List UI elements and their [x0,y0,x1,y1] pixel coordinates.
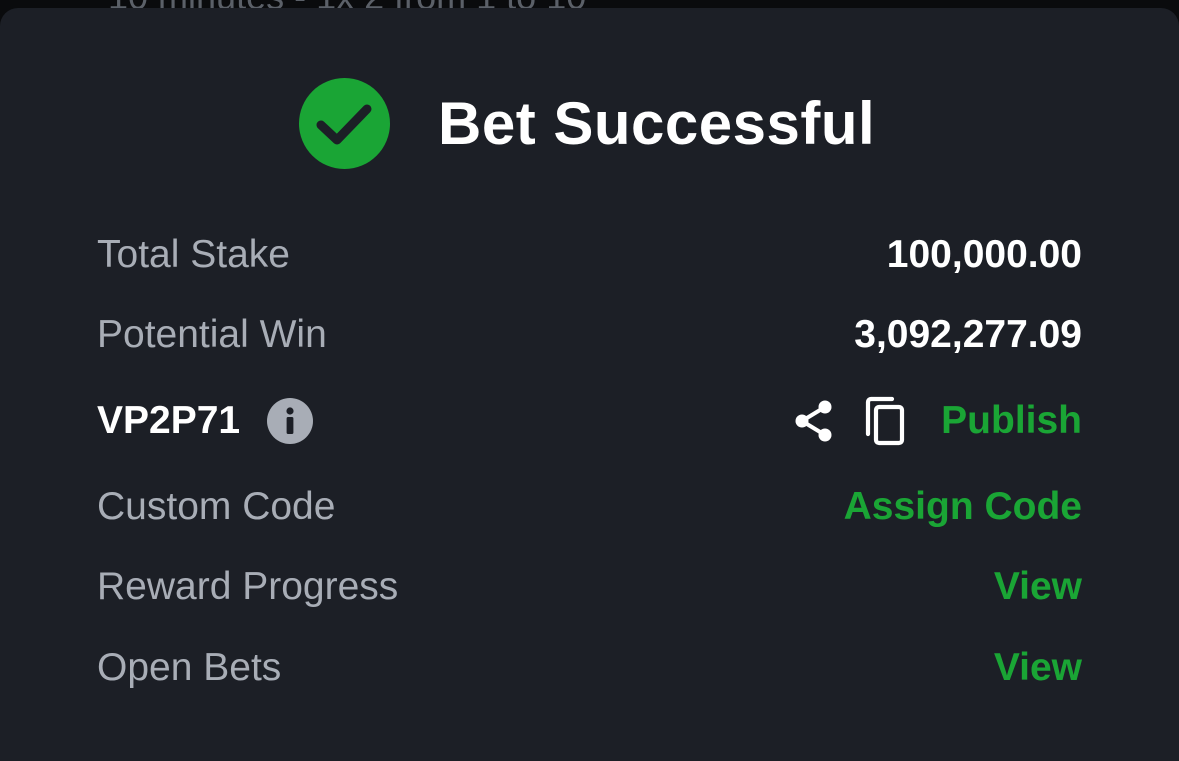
custom-code-label: Custom Code [97,485,336,528]
reward-progress-row: Reward Progress View [97,562,1082,612]
view-reward-progress-button[interactable]: View [994,562,1082,612]
assign-code-button[interactable]: Assign Code [844,482,1082,532]
potential-win-label: Potential Win [97,313,327,356]
view-open-bets-button[interactable]: View [994,643,1082,693]
background-text: 10 minutes - 1x 2 from 1 to 10 [108,0,586,8]
custom-code-row: Custom Code Assign Code [97,482,1082,532]
publish-button[interactable]: Publish [941,396,1082,446]
bet-success-sheet: Bet Successful Total Stake 100,000.00 Po… [0,8,1179,761]
potential-win-row: Potential Win 3,092,277.09 [97,310,1082,360]
open-bets-label: Open Bets [97,646,282,689]
total-stake-label: Total Stake [97,233,290,276]
page-title: Bet Successful [438,90,876,157]
booking-code: VP2P71 [97,399,241,442]
potential-win-value: 3,092,277.09 [854,313,1082,356]
background-content: 10 minutes - 1x 2 from 1 to 10 [0,0,1179,8]
sheet-header: Bet Successful [0,78,1179,170]
share-icon[interactable] [791,398,837,444]
open-bets-row: Open Bets View [97,643,1082,693]
info-icon[interactable] [267,398,313,444]
copy-icon[interactable] [862,396,910,448]
reward-progress-label: Reward Progress [97,565,399,608]
total-stake-value: 100,000.00 [886,233,1082,276]
booking-code-row: VP2P71 Publish [97,396,1082,446]
total-stake-row: Total Stake 100,000.00 [97,230,1082,280]
check-circle-icon [299,78,390,169]
